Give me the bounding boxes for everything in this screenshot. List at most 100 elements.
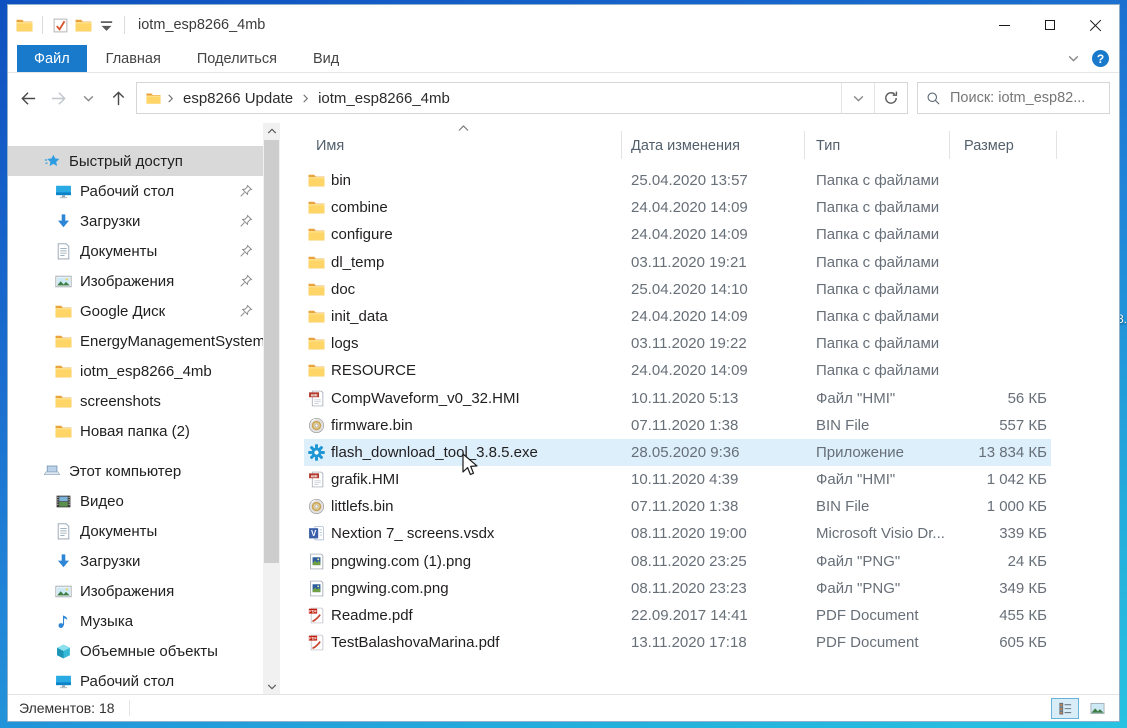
tab-Поделиться[interactable]: Поделиться <box>180 45 294 72</box>
file-row-pngwing.com (1).png[interactable]: pngwing.com (1).png08.11.2020 23:25Файл … <box>304 548 1051 575</box>
refresh-button[interactable] <box>874 83 907 113</box>
breadcrumb-item[interactable]: esp8266 Update <box>179 90 297 107</box>
title-bar[interactable]: iotm_esp8266_4mb <box>8 5 1119 45</box>
sort-ascending-icon[interactable] <box>457 124 470 132</box>
file-name: dl_temp <box>331 249 384 276</box>
sidebar-item-Музыка[interactable]: Музыка <box>8 606 263 636</box>
address-dropdown-button[interactable] <box>841 83 874 113</box>
file-row-pngwing.com.png[interactable]: pngwing.com.png08.11.2020 23:23Файл "PNG… <box>304 575 1051 602</box>
column-divider[interactable] <box>1056 131 1057 159</box>
file-type: Папка с файлами <box>816 221 939 248</box>
breadcrumb-chevron-icon[interactable] <box>166 93 175 104</box>
sidebar-item-Рабочий стол[interactable]: Рабочий стол <box>8 666 263 694</box>
file-type: Файл "HMI" <box>816 466 895 493</box>
breadcrumb-chevron-icon[interactable] <box>301 93 310 104</box>
file-type: PDF Document <box>816 629 919 656</box>
sidebar-item-label: Изображения <box>80 273 174 290</box>
column-header-Тип[interactable]: Тип <box>816 123 840 169</box>
sidebar-item-Рабочий стол[interactable]: Рабочий стол <box>8 176 263 206</box>
sidebar-item-Документы[interactable]: Документы <box>8 236 263 266</box>
folder-icon <box>308 281 325 298</box>
file-row-RESOURCE[interactable]: RESOURCE24.04.2020 14:09Папка с файлами <box>304 357 1051 384</box>
tab-Главная[interactable]: Главная <box>89 45 178 72</box>
file-row-flash_download_tool_3.8.5.exe[interactable]: flash_download_tool_3.8.5.exe28.05.2020 … <box>304 439 1051 466</box>
scroll-down-icon[interactable] <box>263 679 280 694</box>
scrollbar-thumb[interactable] <box>264 140 279 563</box>
file-row-Readme.pdf[interactable]: PDFReadme.pdf22.09.2017 14:41PDF Documen… <box>304 602 1051 629</box>
checkmark-icon[interactable] <box>52 17 69 34</box>
column-divider[interactable] <box>949 131 950 159</box>
sidebar-item-iotm_esp8266_4mb[interactable]: iotm_esp8266_4mb <box>8 356 263 386</box>
visio-icon: V <box>308 525 325 542</box>
sidebar-section-Этот компьютер[interactable]: Этот компьютер <box>8 456 263 486</box>
file-row-logs[interactable]: logs03.11.2020 19:22Папка с файлами <box>304 330 1051 357</box>
recent-locations-button[interactable] <box>74 84 102 112</box>
up-button[interactable] <box>104 84 132 112</box>
sidebar-scrollbar[interactable] <box>263 123 280 694</box>
file-type: Папка с файлами <box>816 249 939 276</box>
sidebar-item-Документы[interactable]: Документы <box>8 516 263 546</box>
close-button[interactable] <box>1073 5 1119 45</box>
file-type: Файл "PNG" <box>816 548 900 575</box>
file-row-init_data[interactable]: init_data24.04.2020 14:09Папка с файлами <box>304 303 1051 330</box>
minimize-button[interactable] <box>981 5 1027 45</box>
sidebar-section-Быстрый доступ[interactable]: Быстрый доступ <box>8 146 263 176</box>
sidebar-item-Загрузки[interactable]: Загрузки <box>8 546 263 576</box>
sidebar-item-Загрузки[interactable]: Загрузки <box>8 206 263 236</box>
back-button[interactable] <box>14 84 42 112</box>
file-row-grafik.HMI[interactable]: HMIgrafik.HMI10.11.2020 4:39Файл "HMI"1 … <box>304 466 1051 493</box>
file-row-combine[interactable]: combine24.04.2020 14:09Папка с файлами <box>304 194 1051 221</box>
ribbon-collapse-icon[interactable] <box>1067 52 1080 65</box>
help-button[interactable]: ? <box>1092 50 1109 67</box>
address-bar[interactable]: esp8266 Update iotm_esp8266_4mb <box>136 82 908 114</box>
forward-button[interactable] <box>44 84 72 112</box>
file-row-CompWaveform_v0_32.HMI[interactable]: HMICompWaveform_v0_32.HMI10.11.2020 5:13… <box>304 385 1051 412</box>
file-type: Папка с файлами <box>816 303 939 330</box>
file-row-doc[interactable]: doc25.04.2020 14:10Папка с файлами <box>304 276 1051 303</box>
column-header-Дата изменения[interactable]: Дата изменения <box>631 123 740 169</box>
search-field[interactable] <box>917 82 1110 114</box>
sidebar-item-Новая папка (2)[interactable]: Новая папка (2) <box>8 416 263 446</box>
file-date: 08.11.2020 19:00 <box>631 520 747 547</box>
tab-Файл[interactable]: Файл <box>17 45 87 72</box>
sidebar-item-Видео[interactable]: Видео <box>8 486 263 516</box>
column-divider[interactable] <box>804 131 805 159</box>
file-row-Nextion 7_ screens.vsdx[interactable]: V Nextion 7_ screens.vsdx 08.11.2020 19:00… <box>304 520 1051 547</box>
sidebar-item-Изображения[interactable]: Изображения <box>8 576 263 606</box>
file-row-bin[interactable]: bin25.04.2020 13:57Папка с файлами <box>304 167 1051 194</box>
maximize-button[interactable] <box>1027 5 1073 45</box>
column-divider[interactable] <box>621 131 622 159</box>
details-view-button[interactable] <box>1051 698 1079 719</box>
sidebar-item-Объемные объекты[interactable]: Объемные объекты <box>8 636 263 666</box>
file-name: configure <box>331 221 393 248</box>
tab-Вид[interactable]: Вид <box>296 45 356 72</box>
column-header-Размер[interactable]: Размер <box>964 123 1014 169</box>
file-row-firmware.bin[interactable]: firmware.bin07.11.2020 1:38BIN File557 К… <box>304 412 1051 439</box>
file-name: flash_download_tool_3.8.5.exe <box>331 439 538 466</box>
file-name: Nextion 7_ screens.vsdx <box>331 520 494 547</box>
sidebar-item-screenshots[interactable]: screenshots <box>8 386 263 416</box>
folder-icon[interactable] <box>75 17 92 34</box>
qat-dropdown-icon[interactable] <box>98 17 115 34</box>
file-type: Папка с файлами <box>816 276 939 303</box>
folder-icon <box>55 393 72 410</box>
video-icon <box>55 493 72 510</box>
file-size: 339 КБ <box>926 520 1047 547</box>
scroll-up-icon[interactable] <box>263 123 280 138</box>
thumbnails-view-button[interactable] <box>1083 698 1111 719</box>
search-input[interactable] <box>950 90 1101 106</box>
sidebar-item-EnergyManagementSystemN[interactable]: EnergyManagementSystemN <box>8 326 263 356</box>
file-row-littlefs.bin[interactable]: littlefs.bin07.11.2020 1:38BIN File1 000… <box>304 493 1051 520</box>
file-date: 25.04.2020 13:57 <box>631 167 748 194</box>
minimize-icon <box>999 25 1010 26</box>
sidebar-item-Изображения[interactable]: Изображения <box>8 266 263 296</box>
hmi-icon: HMI <box>308 471 325 488</box>
sidebar-item-label: Загрузки <box>80 213 140 230</box>
file-row-TestBalashovaMarina.pdf[interactable]: PDFTestBalashovaMarina.pdf13.11.2020 17:… <box>304 629 1051 656</box>
pin-icon <box>239 274 253 288</box>
file-row-configure[interactable]: configure24.04.2020 14:09Папка с файлами <box>304 221 1051 248</box>
column-header-Имя[interactable]: Имя <box>316 123 344 169</box>
breadcrumb-item[interactable]: iotm_esp8266_4mb <box>314 90 454 107</box>
file-row-dl_temp[interactable]: dl_temp03.11.2020 19:21Папка с файлами <box>304 249 1051 276</box>
sidebar-item-Google Диск[interactable]: Google Диск <box>8 296 263 326</box>
